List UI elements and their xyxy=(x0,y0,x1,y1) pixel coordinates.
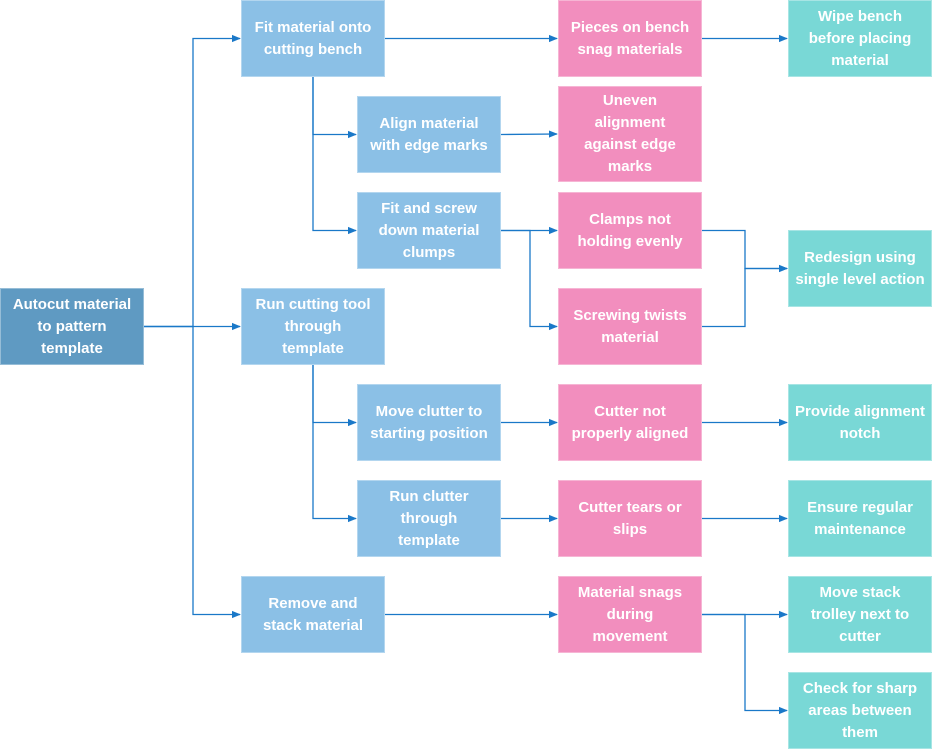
flow-diagram: Autocut material to pattern template Fit… xyxy=(0,0,934,750)
connector-align-material-to-uneven-alignment xyxy=(500,130,558,138)
node-cutter-misaligned[interactable]: Cutter not properly aligned xyxy=(558,384,702,461)
connector-root-to-remove-stack xyxy=(144,325,241,619)
node-fit-material[interactable]: Fit material onto cutting bench xyxy=(241,0,385,77)
node-cutter-tears[interactable]: Cutter tears or slips xyxy=(558,480,702,557)
node-fit-screw[interactable]: Fit and screw down material clumps xyxy=(357,192,501,269)
node-alignment-notch[interactable]: Provide alignment notch xyxy=(788,384,932,461)
node-move-clutter[interactable]: Move clutter to starting position xyxy=(357,384,501,461)
node-screwing-twists[interactable]: Screwing twists material xyxy=(558,288,702,365)
node-align-material[interactable]: Align material with edge marks xyxy=(357,96,501,173)
node-regular-maintenance[interactable]: Ensure regular maintenance xyxy=(788,480,932,557)
node-wipe-bench[interactable]: Wipe bench before placing material xyxy=(788,0,932,77)
node-check-sharp[interactable]: Check for sharp areas between them xyxy=(788,672,932,749)
node-uneven-alignment[interactable]: Uneven alignment against edge marks xyxy=(558,86,702,182)
node-move-trolley[interactable]: Move stack trolley next to cutter xyxy=(788,576,932,653)
node-run-clutter[interactable]: Run clutter through template xyxy=(357,480,501,557)
connector-clamps-uneven-to-redesign xyxy=(702,229,788,273)
node-remove-stack[interactable]: Remove and stack material xyxy=(241,576,385,653)
node-pieces-snag[interactable]: Pieces on bench snag materials xyxy=(558,0,702,77)
node-run-cutting-tool[interactable]: Run cutting tool through template xyxy=(241,288,385,365)
node-material-snags[interactable]: Material snags during movement xyxy=(558,576,702,653)
connector-fit-material-to-align-material xyxy=(312,77,357,139)
node-redesign[interactable]: Redesign using single level action xyxy=(788,230,932,307)
connector-fit-material-to-fit-screw xyxy=(312,77,357,235)
connector-material-snags-to-check-sharp xyxy=(702,613,788,715)
connector-run-cutting-tool-to-move-clutter xyxy=(312,365,357,427)
node-root[interactable]: Autocut material to pattern template xyxy=(0,288,144,365)
connector-fit-screw-to-screwing-twists xyxy=(501,229,558,331)
connector-screwing-twists-to-redesign xyxy=(702,264,788,328)
node-clamps-uneven[interactable]: Clamps not holding evenly xyxy=(558,192,702,269)
connector-root-to-fit-material xyxy=(144,34,241,328)
connector-run-cutting-tool-to-run-clutter xyxy=(312,365,357,523)
